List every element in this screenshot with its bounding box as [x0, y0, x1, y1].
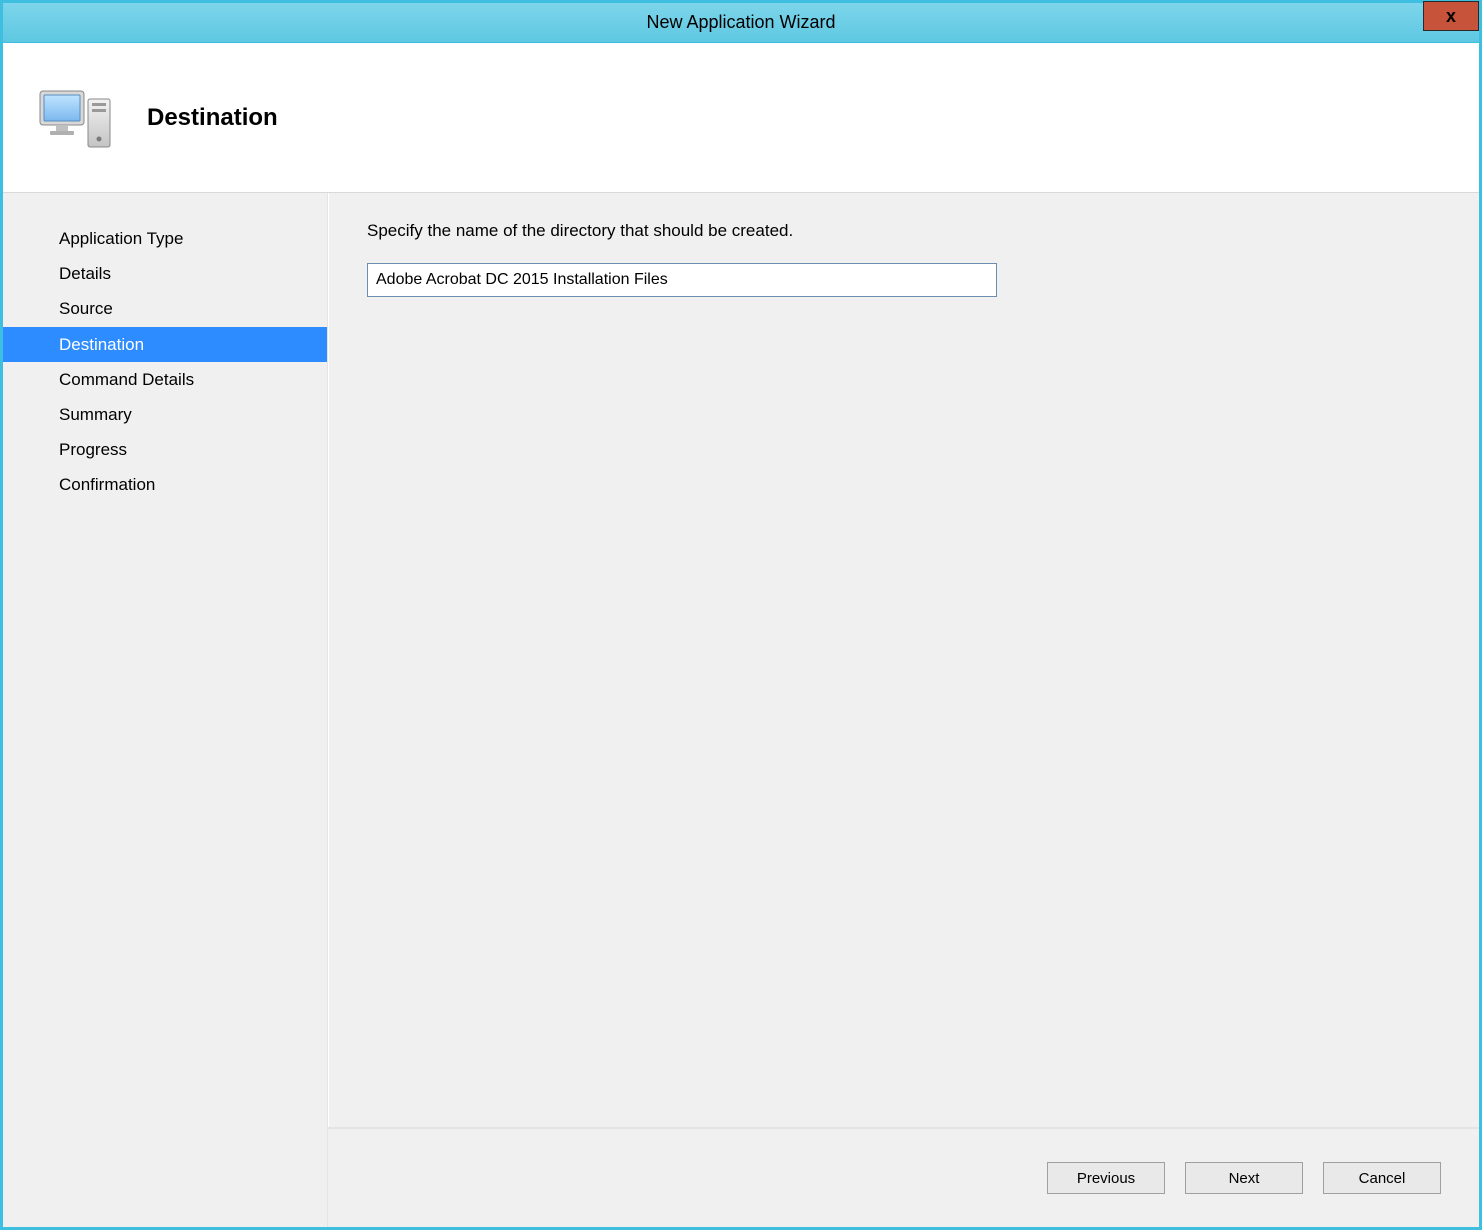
- wizard-sidebar: Application Type Details Source Destinat…: [3, 193, 328, 1227]
- wizard-footer: Previous Next Cancel: [328, 1127, 1479, 1227]
- wizard-body: Application Type Details Source Destinat…: [3, 193, 1479, 1227]
- close-button[interactable]: x: [1423, 1, 1479, 31]
- sidebar-item-confirmation[interactable]: Confirmation: [3, 467, 327, 502]
- next-button[interactable]: Next: [1185, 1162, 1303, 1194]
- sidebar-item-source[interactable]: Source: [3, 291, 327, 326]
- wizard-window: New Application Wizard x: [0, 0, 1482, 1230]
- wizard-main: Specify the name of the directory that s…: [328, 193, 1479, 1127]
- directory-name-input[interactable]: [367, 263, 997, 297]
- sidebar-item-command-details[interactable]: Command Details: [3, 362, 327, 397]
- computer-icon: [37, 80, 117, 156]
- window-title: New Application Wizard: [3, 12, 1479, 33]
- instruction-text: Specify the name of the directory that s…: [367, 221, 1441, 241]
- previous-button[interactable]: Previous: [1047, 1162, 1165, 1194]
- titlebar: New Application Wizard x: [3, 3, 1479, 43]
- sidebar-item-destination[interactable]: Destination: [3, 327, 327, 362]
- sidebar-item-progress[interactable]: Progress: [3, 432, 327, 467]
- sidebar-item-details[interactable]: Details: [3, 256, 327, 291]
- wizard-header: Destination: [3, 43, 1479, 193]
- sidebar-item-application-type[interactable]: Application Type: [3, 221, 327, 256]
- cancel-button[interactable]: Cancel: [1323, 1162, 1441, 1194]
- page-title: Destination: [147, 104, 278, 132]
- sidebar-item-summary[interactable]: Summary: [3, 397, 327, 432]
